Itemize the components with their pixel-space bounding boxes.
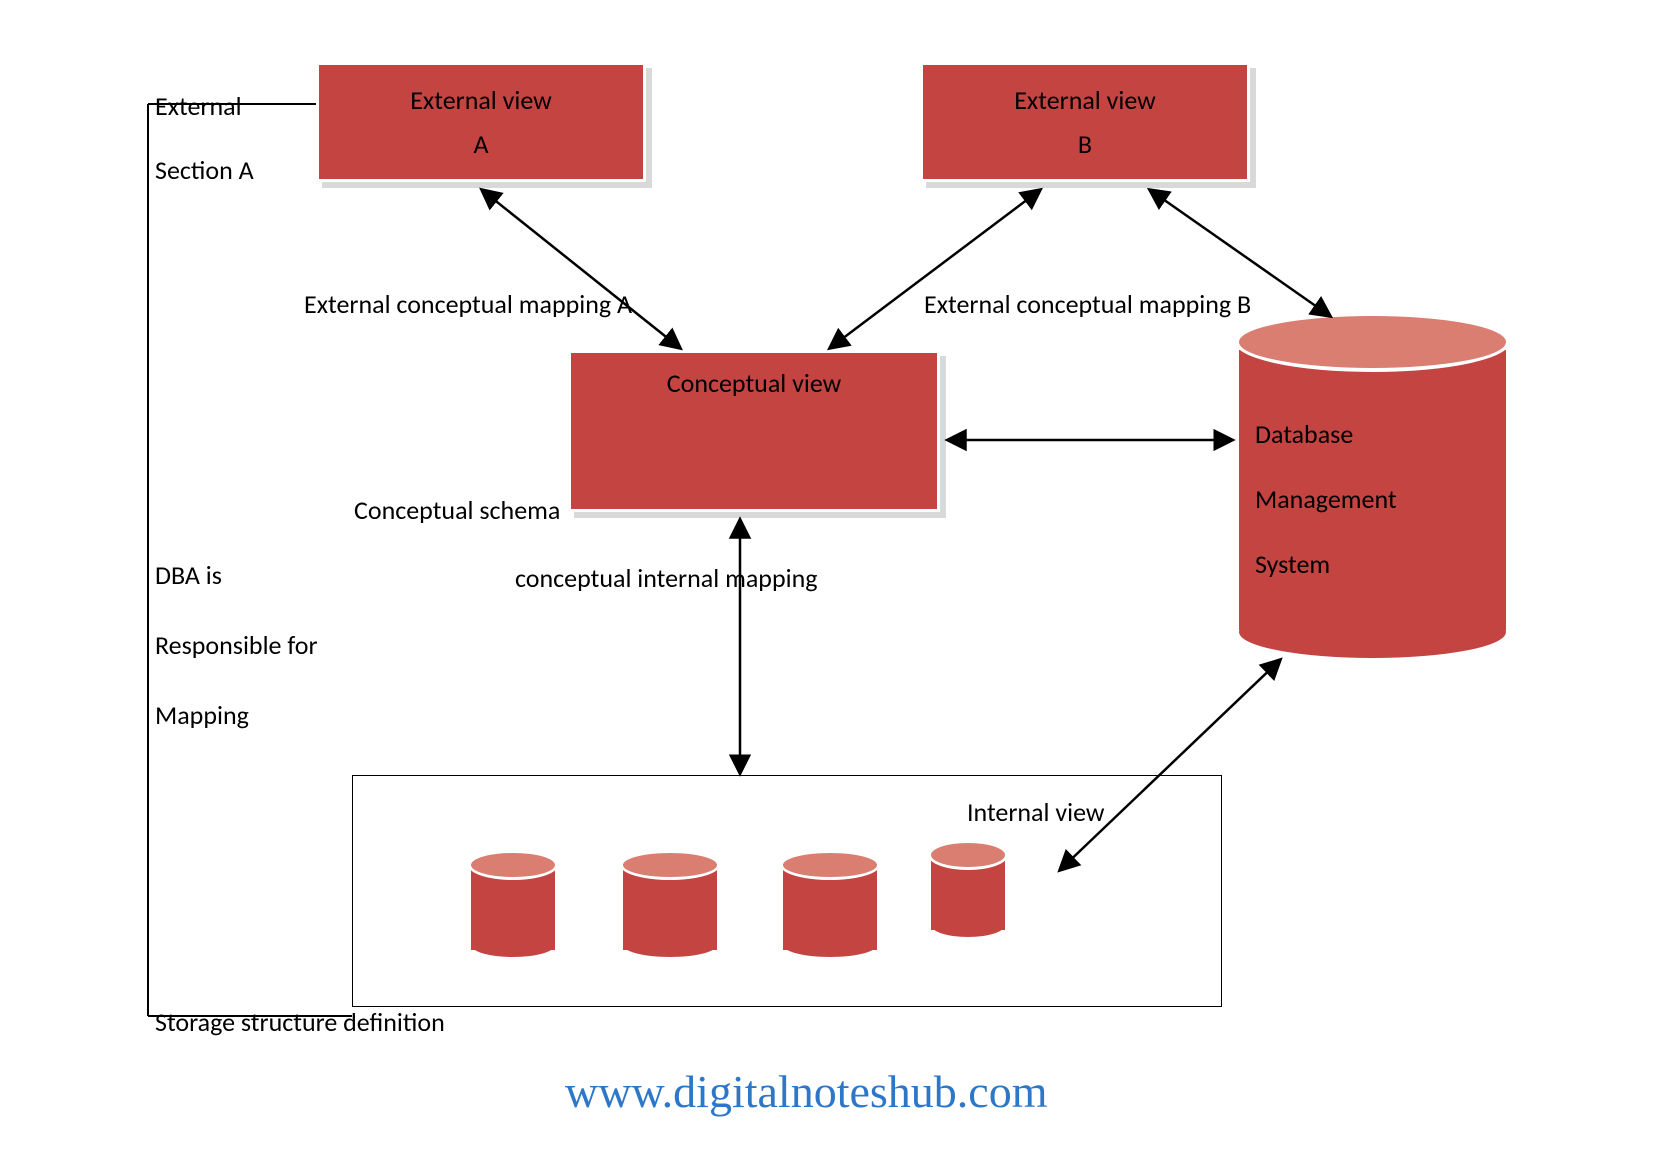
dbms-line1: Database: [1255, 402, 1490, 467]
label-mapping: Mapping: [155, 693, 249, 737]
label-section-a: Section A: [155, 148, 254, 192]
box-ext-b-sub: B: [1078, 128, 1092, 160]
label-dba-is: DBA is: [155, 553, 222, 597]
dbms-line3: System: [1255, 532, 1490, 597]
box-ext-a-sub: A: [473, 128, 488, 160]
label-conceptual-schema: Conceptual schema: [354, 488, 560, 532]
label-conceptual-internal-mapping: conceptual internal mapping: [515, 556, 817, 600]
cylinder-dbms: Database Management System: [1235, 312, 1510, 662]
cylinder-storage-1: [468, 850, 558, 960]
box-ext-b-title: External view: [1014, 84, 1156, 116]
dbms-line2: Management: [1255, 467, 1490, 532]
label-ext-conc-mapping-b: External conceptual mapping B: [924, 282, 1251, 326]
box-ext-a-title: External view: [410, 84, 552, 116]
label-external: External: [155, 84, 242, 128]
label-internal-view: Internal view: [967, 790, 1104, 834]
cylinder-storage-3: [780, 850, 880, 960]
label-responsible-for: Responsible for: [155, 623, 318, 667]
cylinder-storage-2: [620, 850, 720, 960]
box-conceptual-title: Conceptual view: [667, 367, 841, 399]
box-external-view-a: External view A: [316, 62, 646, 182]
box-conceptual-view: Conceptual view: [568, 350, 940, 512]
box-external-view-b: External view B: [920, 62, 1250, 182]
cylinder-storage-4: [928, 840, 1008, 940]
label-ext-conc-mapping-a: External conceptual mapping A: [304, 282, 632, 326]
watermark-text: www.digitalnoteshub.com: [565, 1065, 1048, 1118]
